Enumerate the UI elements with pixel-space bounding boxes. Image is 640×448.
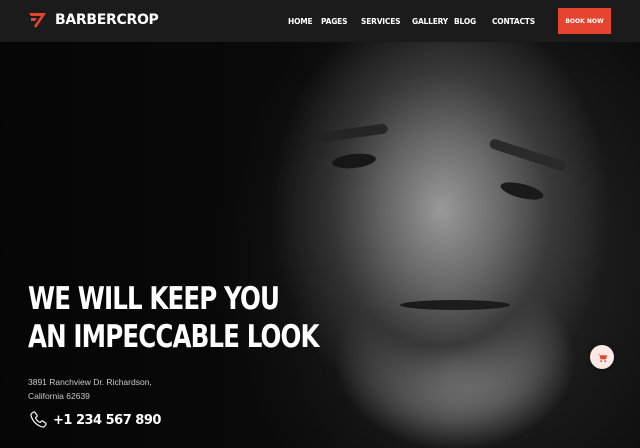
phone-icon (30, 411, 47, 428)
floating-cart-button[interactable] (590, 345, 614, 369)
site-logo[interactable]: BARBERCROP (28, 11, 159, 29)
nav-item-contacts[interactable]: CONTACTS (492, 17, 535, 26)
address-line-1: 3891 Ranchview Dr. Richardson, (28, 377, 152, 387)
nav-item-gallery[interactable]: GALLERY (412, 17, 448, 26)
brand-name: BARBERCROP (55, 12, 159, 28)
hero-headline-line-1: WE WILL KEEP YOU (28, 281, 280, 317)
logo-icon (29, 13, 46, 28)
phone-number: +1 234 567 890 (53, 412, 161, 428)
hero-phone[interactable]: +1 234 567 890 (28, 410, 161, 430)
nav-item-home[interactable]: HOME (288, 17, 313, 26)
address-line-2: California 62639 (28, 391, 90, 401)
site-header: BARBERCROP HOME PAGES SERVICES GALLERY B… (0, 0, 640, 42)
hero-headline-line-2: AN IMPECCABLE LOOK (28, 319, 319, 355)
hero-headline: WE WILL KEEP YOU AN IMPECCABLE LOOK (28, 280, 327, 356)
hero-address: 3891 Ranchview Dr. Richardson, Californi… (28, 375, 228, 403)
nav-item-blog[interactable]: BLOG (454, 17, 476, 26)
nav-item-services[interactable]: SERVICES (361, 17, 401, 26)
cart-icon (597, 353, 607, 362)
book-now-button[interactable]: BOOK NOW (558, 8, 611, 34)
nav-item-pages[interactable]: PAGES (321, 17, 347, 26)
